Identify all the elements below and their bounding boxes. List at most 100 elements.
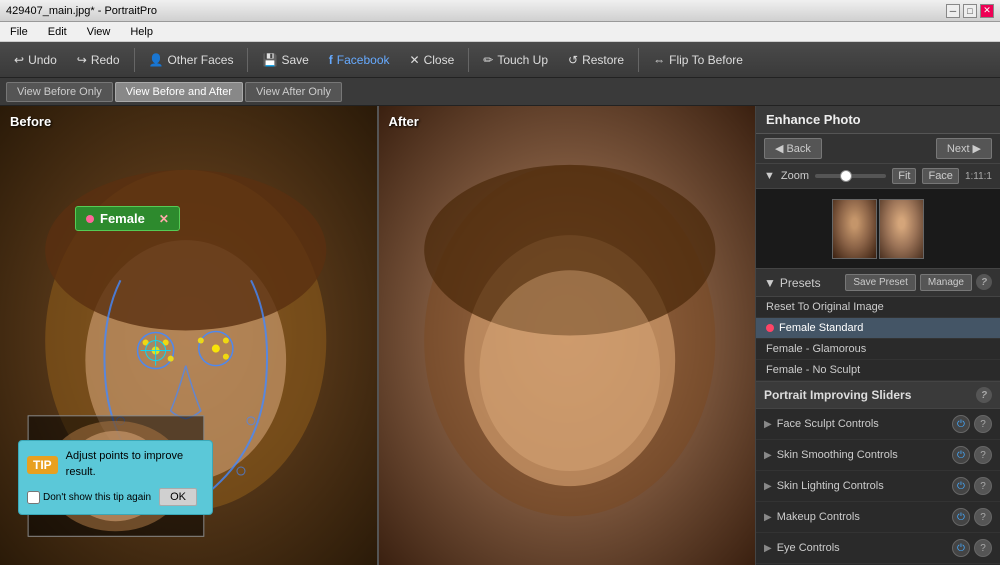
slider-power-btn-makeup[interactable]: ⏻	[952, 508, 970, 526]
slider-face-sculpt[interactable]: ▶ Face Sculpt Controls ⏻ ?	[756, 409, 1000, 440]
facebook-icon: f	[329, 53, 333, 67]
view-before-after-button[interactable]: View Before and After	[115, 82, 243, 102]
manage-presets-button[interactable]: Manage	[920, 274, 972, 291]
slider-help-btn-face-sculpt[interactable]: ?	[974, 415, 992, 433]
preset-item-female-standard[interactable]: Female Standard	[756, 318, 1000, 339]
presets-label: ▼ Presets	[764, 276, 821, 290]
preset-selected-icon	[766, 324, 774, 332]
slider-left-skin-lighting: ▶ Skin Lighting Controls	[764, 480, 884, 492]
preset-item-glamorous[interactable]: Female - Glamorous	[756, 339, 1000, 360]
save-button[interactable]: 💾 Save	[254, 49, 316, 71]
touch-up-button[interactable]: ✏ Touch Up	[475, 49, 556, 71]
preset-item-no-sculpt[interactable]: Female - No Sculpt	[756, 360, 1000, 381]
redo-icon: ↪	[77, 53, 87, 67]
preset-item-reset[interactable]: Reset To Original Image	[756, 297, 1000, 318]
thumbnail-after	[879, 199, 924, 259]
tip-footer: Don't show this tip again OK	[27, 488, 204, 506]
slider-help-btn-skin-lighting[interactable]: ?	[974, 477, 992, 495]
menubar: File Edit View Help	[0, 22, 1000, 42]
maximize-button[interactable]: □	[963, 4, 977, 18]
slider-right-skin-smoothing: ⏻ ?	[952, 446, 992, 464]
viewbar: View Before Only View Before and After V…	[0, 78, 1000, 106]
other-faces-button[interactable]: 👤 Other Faces	[141, 49, 242, 71]
after-face-illustration	[379, 106, 756, 565]
thumbnail-pair	[832, 199, 924, 259]
slider-help-btn-eye[interactable]: ?	[974, 539, 992, 557]
minimize-button[interactable]: ─	[946, 4, 960, 18]
undo-button[interactable]: ↩ Undo	[6, 49, 65, 71]
female-label-close[interactable]: ✕	[159, 212, 169, 226]
dont-show-checkbox[interactable]	[27, 491, 40, 504]
main-area: Before	[0, 106, 1000, 565]
tip-checkbox[interactable]: Don't show this tip again	[27, 491, 151, 504]
menu-edit[interactable]: Edit	[42, 24, 73, 40]
next-button[interactable]: Next ▶	[936, 138, 992, 159]
next-arrow-icon: ▶	[973, 142, 981, 155]
slider-arrow-icon-2: ▶	[764, 450, 772, 461]
zoom-thumb[interactable]	[840, 170, 852, 182]
slider-power-btn-eye[interactable]: ⏻	[952, 539, 970, 557]
separator-3	[468, 48, 469, 72]
slider-eye[interactable]: ▶ Eye Controls ⏻ ?	[756, 533, 1000, 564]
slider-help-btn-makeup[interactable]: ?	[974, 508, 992, 526]
slider-skin-smoothing[interactable]: ▶ Skin Smoothing Controls ⏻ ?	[756, 440, 1000, 471]
redo-button[interactable]: ↪ Redo	[69, 49, 128, 71]
slider-right-makeup: ⏻ ?	[952, 508, 992, 526]
slider-help-btn-skin-smoothing[interactable]: ?	[974, 446, 992, 464]
portrait-sliders-header: Portrait Improving Sliders ?	[756, 382, 1000, 409]
separator-1	[134, 48, 135, 72]
pink-dot-icon	[86, 215, 94, 223]
close-window-button[interactable]: ✕	[980, 4, 994, 18]
right-panel: Enhance Photo ◀ Back Next ▶ ▼ Zoom Fit F…	[755, 106, 1000, 565]
back-button[interactable]: ◀ Back	[764, 138, 822, 159]
before-label: Before	[10, 114, 51, 129]
save-icon: 💾	[262, 53, 277, 67]
window-title: 429407_main.jpg* - PortraitPro	[6, 5, 157, 17]
restore-icon: ↺	[568, 53, 578, 67]
sliders-help-icon[interactable]: ?	[976, 387, 992, 403]
female-text: Female	[100, 211, 145, 226]
facebook-button[interactable]: f Facebook	[321, 49, 398, 71]
after-label: After	[389, 114, 419, 129]
tip-badge: TIP	[27, 456, 58, 474]
close-button[interactable]: ✕ Close	[402, 49, 463, 71]
menu-view[interactable]: View	[81, 24, 117, 40]
presets-row: ▼ Presets Save Preset Manage ?	[756, 269, 1000, 297]
slider-makeup[interactable]: ▶ Makeup Controls ⏻ ?	[756, 502, 1000, 533]
slider-power-btn-face-sculpt[interactable]: ⏻	[952, 415, 970, 433]
slider-arrow-icon-5: ▶	[764, 543, 772, 554]
view-before-only-button[interactable]: View Before Only	[6, 82, 113, 102]
thumbnail-before	[832, 199, 877, 259]
flip-icon: ⇔	[653, 53, 665, 67]
zoom-value: 1:11:1	[965, 171, 992, 182]
restore-button[interactable]: ↺ Restore	[560, 49, 632, 71]
preset-list: Reset To Original Image Female Standard …	[756, 297, 1000, 382]
presets-arrow-icon: ▼	[764, 276, 776, 290]
flip-button[interactable]: ⇔ Flip To Before	[645, 49, 751, 71]
slider-power-btn-skin-smoothing[interactable]: ⏻	[952, 446, 970, 464]
toolbar: ↩ Undo ↪ Redo 👤 Other Faces 💾 Save f Fac…	[0, 42, 1000, 78]
slider-right-eye: ⏻ ?	[952, 539, 992, 557]
slider-skin-lighting[interactable]: ▶ Skin Lighting Controls ⏻ ?	[756, 471, 1000, 502]
tip-text: Adjust points to improve result.	[66, 449, 204, 480]
before-panel[interactable]: Before	[0, 106, 379, 565]
face-label[interactable]: Face	[922, 168, 958, 184]
view-after-only-button[interactable]: View After Only	[245, 82, 342, 102]
fit-label[interactable]: Fit	[892, 168, 916, 184]
thumbnail-area	[756, 189, 1000, 269]
tip-ok-button[interactable]: OK	[159, 488, 197, 506]
presets-actions: Save Preset Manage ?	[845, 274, 992, 291]
titlebar-buttons: ─ □ ✕	[946, 4, 994, 18]
slider-arrow-icon-4: ▶	[764, 512, 772, 523]
after-panel[interactable]: After	[379, 106, 756, 565]
zoom-slider[interactable]	[815, 174, 886, 178]
slider-power-btn-skin-lighting[interactable]: ⏻	[952, 477, 970, 495]
slider-arrow-icon: ▶	[764, 419, 772, 430]
back-arrow-icon: ◀	[775, 142, 783, 155]
save-preset-button[interactable]: Save Preset	[845, 274, 915, 291]
slider-left-skin-smoothing: ▶ Skin Smoothing Controls	[764, 449, 898, 461]
tip-box: TIP Adjust points to improve result. Don…	[18, 440, 213, 515]
presets-help-icon[interactable]: ?	[976, 274, 992, 290]
menu-help[interactable]: Help	[124, 24, 159, 40]
menu-file[interactable]: File	[4, 24, 34, 40]
